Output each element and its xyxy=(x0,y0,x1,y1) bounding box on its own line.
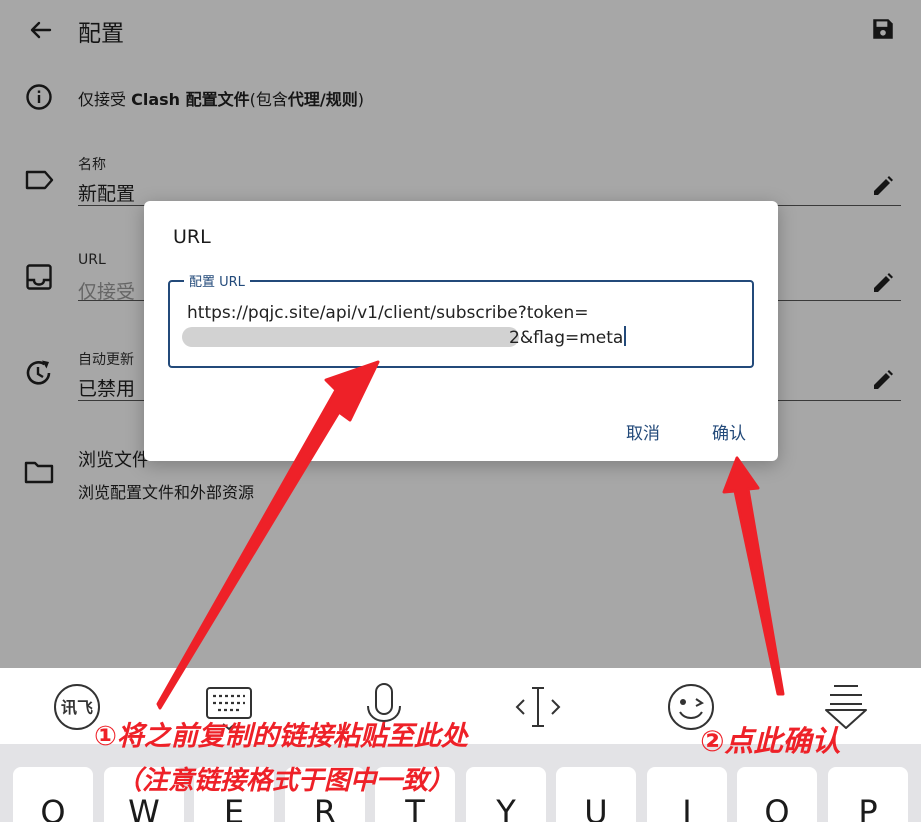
auto-update-label: 自动更新 xyxy=(78,352,134,368)
back-arrow-icon[interactable] xyxy=(24,16,56,44)
edit-pencil-icon[interactable] xyxy=(871,368,895,392)
info-text-bold: 代理/规则 xyxy=(287,90,358,109)
name-field-label: 名称 xyxy=(78,157,106,173)
config-url-input[interactable]: 配置 URL https://pqjc.site/api/v1/client/s… xyxy=(168,271,754,368)
name-field-value[interactable]: 新配置 xyxy=(78,179,135,206)
browse-files-subtitle: 浏览配置文件和外部资源 xyxy=(78,483,255,502)
info-text-plain: (包含 xyxy=(249,90,288,109)
save-icon[interactable] xyxy=(870,16,896,42)
annotation-step2: ②点此确认 xyxy=(700,724,841,758)
inbox-icon xyxy=(26,264,52,290)
label-tag-icon xyxy=(25,170,54,190)
url-text-line1: https://pqjc.site/api/v1/client/subscrib… xyxy=(187,303,589,323)
key-p[interactable]: P xyxy=(828,767,908,822)
app-bar: 配置 xyxy=(0,0,921,60)
key-u[interactable]: U xyxy=(556,767,636,822)
confirm-button[interactable]: 确认 xyxy=(712,419,746,444)
config-url-label: 配置 URL xyxy=(184,271,250,290)
page-title: 配置 xyxy=(78,21,124,47)
annotation-step1-note: （注意链接格式于图中一致） xyxy=(116,766,455,796)
url-text-tail: 2&flag=meta xyxy=(509,328,624,348)
key-o[interactable]: O xyxy=(737,767,817,822)
key-i[interactable]: I xyxy=(647,767,727,822)
annotation-step1: ①将之前复制的链接粘贴至此处 xyxy=(94,721,468,752)
info-text: 仅接受 Clash 配置文件(包含代理/规则) xyxy=(78,86,364,110)
info-text-bold: Clash 配置文件 xyxy=(131,90,250,109)
auto-update-value[interactable]: 已禁用 xyxy=(78,374,135,401)
info-text-plain: 仅接受 xyxy=(78,90,132,109)
svg-text:讯飞: 讯飞 xyxy=(61,698,93,717)
edit-pencil-icon[interactable] xyxy=(871,271,895,295)
browse-files-title[interactable]: 浏览文件 xyxy=(78,446,150,472)
key-y[interactable]: Y xyxy=(466,767,546,822)
key-q[interactable]: Q xyxy=(13,767,93,822)
redacted-token xyxy=(182,327,519,347)
folder-icon xyxy=(24,461,54,484)
dialog-title: URL xyxy=(173,226,211,248)
edit-pencil-icon[interactable] xyxy=(871,174,895,198)
cancel-button[interactable]: 取消 xyxy=(626,419,660,444)
cursor-move-icon[interactable] xyxy=(512,682,564,732)
info-icon xyxy=(26,84,52,110)
update-clock-icon xyxy=(26,360,51,385)
url-dialog: URL 配置 URL https://pqjc.site/api/v1/clie… xyxy=(144,201,778,461)
text-cursor xyxy=(624,326,627,346)
url-text-line2: 2&flag=meta xyxy=(509,326,627,348)
info-text-plain: ) xyxy=(357,90,364,109)
url-field-label: URL xyxy=(78,252,106,268)
